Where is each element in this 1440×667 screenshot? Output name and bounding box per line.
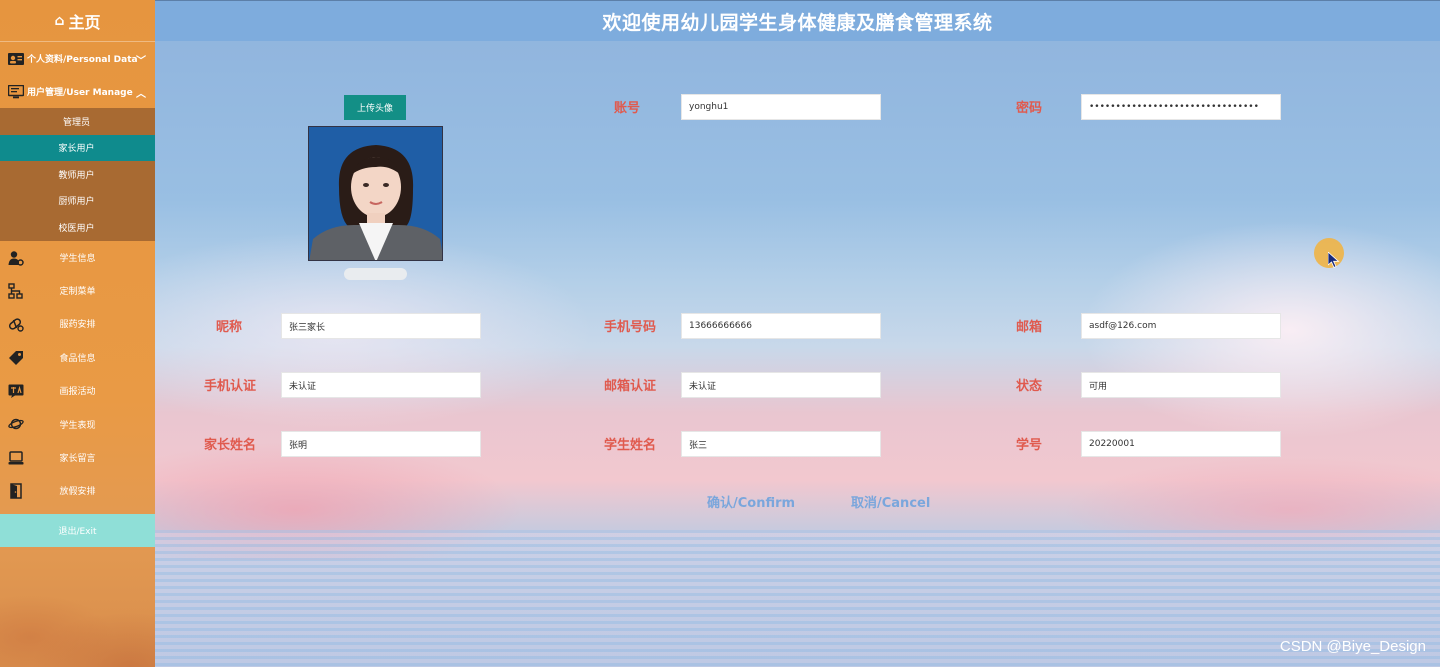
chevron-up-icon: ︿: [136, 89, 146, 100]
sub-item-chef[interactable]: 厨师用户: [0, 188, 155, 215]
email-label: 邮箱: [1015, 320, 1042, 335]
nav-medication-label: 服药安排: [59, 320, 96, 331]
phone-verify-input[interactable]: [281, 372, 481, 398]
sub-item-parent[interactable]: 家长用户: [0, 134, 155, 161]
chevron-down-icon: ﹀: [136, 56, 146, 67]
menu-personal-data[interactable]: 个人资料/Personal Data ﹀: [0, 42, 155, 75]
nav-student-performance[interactable]: 学生表现: [0, 407, 155, 440]
mouse-cursor-icon: [1327, 251, 1340, 272]
nav-student-info[interactable]: 学生信息: [0, 241, 155, 274]
email-verify-label: 邮箱认证: [603, 379, 656, 394]
id-card-icon: [8, 52, 24, 66]
nav-student-info-label: 学生信息: [59, 253, 96, 264]
avatar-image: [308, 126, 443, 261]
sub-item-doctor[interactable]: 校医用户: [0, 214, 155, 241]
status-input[interactable]: [1081, 372, 1281, 398]
user-manage-submenu: 管理员 家长用户 教师用户 厨师用户 校医用户: [0, 108, 155, 241]
home-link[interactable]: ⌂ 主页: [0, 0, 155, 42]
account-input[interactable]: [681, 94, 881, 120]
sub-item-teacher[interactable]: 教师用户: [0, 161, 155, 188]
header-bar: 欢迎使用幼儿园学生身体健康及膳食管理系统: [155, 0, 1440, 41]
menu-user-manage[interactable]: 用户管理/User Manage ︿: [0, 75, 155, 108]
upload-avatar-button[interactable]: 上传头像: [344, 95, 406, 120]
page-title: 欢迎使用幼儿园学生身体健康及膳食管理系统: [602, 11, 993, 34]
nav-medication[interactable]: 服药安排: [0, 307, 155, 340]
phone-label: 手机号码: [603, 320, 656, 335]
phone-verify-label: 手机认证: [203, 379, 256, 394]
nav-parent-message-label: 家长留言: [59, 454, 96, 465]
nav-food-info[interactable]: 食品信息: [0, 341, 155, 374]
parent-name-label: 家长姓名: [203, 438, 256, 453]
account-label: 账号: [613, 101, 640, 116]
status-label: 状态: [1015, 379, 1042, 394]
menu-user-manage-label: 用户管理/User Manage: [27, 88, 133, 98]
home-label: 主页: [68, 12, 101, 32]
phone-input[interactable]: [681, 313, 881, 339]
exit-button[interactable]: 退出/Exit: [0, 514, 155, 547]
nickname-label: 昵称: [215, 320, 242, 335]
password-label: 密码: [1015, 101, 1042, 116]
nav-custom-menu[interactable]: 定制菜单: [0, 274, 155, 307]
nickname-input[interactable]: [281, 313, 481, 339]
nav-custom-menu-label: 定制菜单: [59, 287, 96, 298]
password-input[interactable]: [1081, 94, 1281, 120]
home-icon: ⌂: [54, 12, 65, 29]
student-name-input[interactable]: [681, 431, 881, 457]
nav-parent-message[interactable]: 家长留言: [0, 441, 155, 474]
nav-food-info-label: 食品信息: [59, 353, 96, 364]
student-id-label: 学号: [1015, 438, 1042, 453]
nav-poster-activity-label: 画报活动: [59, 387, 96, 398]
menu-personal-data-label: 个人资料/Personal Data: [27, 55, 138, 65]
student-id-input[interactable]: [1081, 431, 1281, 457]
monitor-icon: [7, 84, 25, 99]
email-input[interactable]: [1081, 313, 1281, 339]
nav-student-performance-label: 学生表现: [59, 420, 96, 431]
sidebar: ⌂ 主页 个人资料/Personal Data ﹀ 用户管理/User Mana…: [0, 0, 155, 667]
student-name-label: 学生姓名: [603, 438, 656, 453]
nav-holiday-schedule[interactable]: 放假安排: [0, 474, 155, 507]
watermark: CSDN @Biye_Design: [1279, 638, 1426, 655]
confirm-button[interactable]: 确认/Confirm: [707, 492, 795, 511]
avatar-caption: [344, 268, 407, 280]
nav-poster-activity[interactable]: 画报活动: [0, 374, 155, 407]
background-water: [155, 530, 1440, 667]
sub-item-admin[interactable]: 管理员: [0, 108, 155, 135]
nav-holiday-schedule-label: 放假安排: [59, 487, 96, 498]
parent-name-input[interactable]: [281, 431, 481, 457]
email-verify-input[interactable]: [681, 372, 881, 398]
cancel-button[interactable]: 取消/Cancel: [851, 492, 930, 511]
